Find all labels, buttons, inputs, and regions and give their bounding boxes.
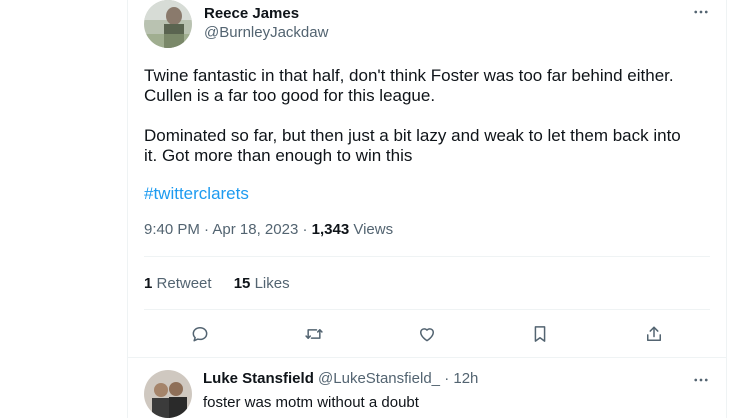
share-button[interactable]: [640, 320, 668, 348]
author-avatar[interactable]: [144, 0, 192, 48]
meta-separator: ·: [302, 221, 312, 238]
more-options-button[interactable]: [689, 2, 713, 22]
bookmark-icon: [534, 326, 546, 342]
views-count: 1,343: [311, 221, 350, 238]
retweets-label: Retweet: [156, 275, 212, 292]
retweet-icon: [305, 329, 323, 339]
reply-author-avatar[interactable]: [144, 370, 192, 418]
like-icon: [420, 328, 434, 342]
meta-separator: ·: [444, 370, 454, 387]
retweet-button[interactable]: [300, 320, 328, 348]
tweet-text-line: Twine fantastic in that half, don't thin…: [144, 66, 674, 85]
retweets-count: 1: [144, 275, 153, 292]
reply-author-handle[interactable]: @LukeStansfield_: [318, 370, 440, 387]
tweet-text-line: it. Got more than enough to win this: [144, 146, 413, 165]
reply-text: foster was motm without a doubt: [203, 394, 419, 411]
reply-time[interactable]: 12h: [453, 370, 478, 387]
author-handle[interactable]: @BurnleyJackdaw: [204, 24, 328, 41]
more-icon: [694, 378, 708, 382]
reply-more-options-button[interactable]: [689, 370, 713, 390]
tweet-date[interactable]: Apr 18, 2023: [212, 221, 298, 238]
tweet-text-line: Cullen is a far too good for this league…: [144, 86, 436, 105]
like-button[interactable]: [413, 320, 441, 348]
hashtag-link[interactable]: #twitterclarets: [144, 184, 249, 204]
reply-author-name[interactable]: Luke Stansfield: [203, 370, 314, 387]
share-icon: [647, 326, 661, 341]
tweet-text-line: Dominated so far, but then just a bit la…: [144, 126, 681, 145]
divider: [144, 309, 710, 310]
bookmark-button[interactable]: [526, 320, 554, 348]
likes-label: Likes: [254, 275, 290, 292]
reply-header: Luke Stansfield @LukeStansfield_ · 12h: [203, 370, 478, 387]
author-name[interactable]: Reece James: [204, 5, 299, 22]
reply-button[interactable]: [186, 320, 214, 348]
likes-stat[interactable]: 15 Likes: [234, 275, 290, 292]
timeline-column: [127, 0, 727, 418]
tweet-time[interactable]: 9:40 PM: [144, 221, 200, 238]
reply-icon: [192, 327, 208, 342]
tweet-meta: 9:40 PM · Apr 18, 2023 · 1,343 Views: [144, 221, 393, 238]
likes-count: 15: [233, 275, 251, 292]
tweet-stats: 1 Retweet 15 Likes: [144, 275, 308, 292]
more-icon: [694, 10, 708, 14]
retweets-stat[interactable]: 1 Retweet: [144, 275, 212, 292]
views-label: Views: [353, 221, 394, 238]
divider: [144, 256, 710, 257]
divider: [128, 357, 726, 358]
